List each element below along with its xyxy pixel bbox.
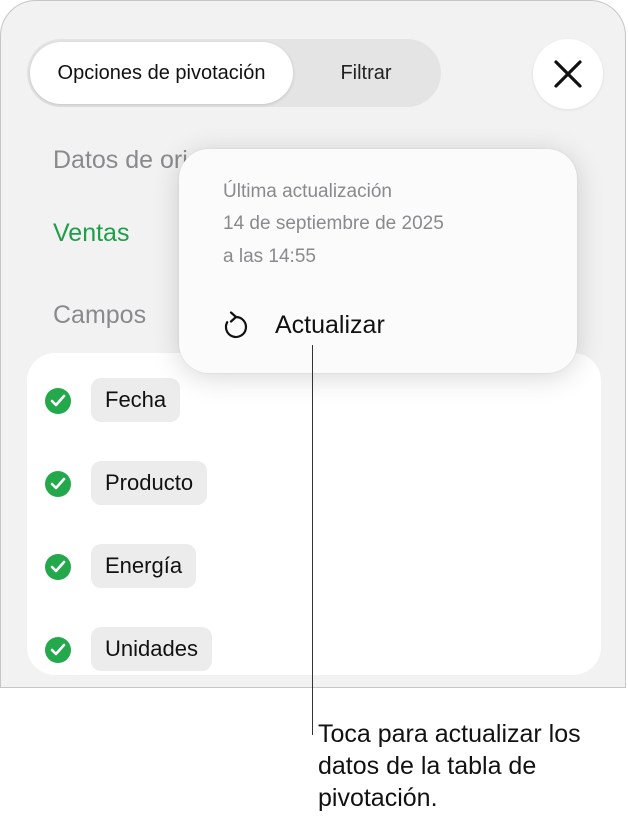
last-updated-date: 14 de septiembre de 2025 <box>223 213 444 234</box>
refresh-button[interactable]: Actualizar <box>275 311 385 340</box>
close-button[interactable] <box>533 39 603 109</box>
source-table-value[interactable]: Ventas <box>53 219 129 248</box>
callout-line <box>312 345 313 735</box>
pivot-options-sheet: Opciones de pivotación Filtrar Datos de … <box>0 0 626 688</box>
field-chip[interactable]: Fecha <box>91 378 181 422</box>
checkmark-icon[interactable] <box>45 637 71 663</box>
segmented-control: Opciones de pivotación Filtrar <box>27 39 441 107</box>
field-chip[interactable]: Unidades <box>91 627 212 671</box>
checkmark-icon[interactable] <box>45 554 71 580</box>
last-updated-label: Última actualización <box>223 181 392 202</box>
last-updated-time: a las 14:55 <box>223 246 316 267</box>
field-chip[interactable]: Producto <box>91 461 208 505</box>
callout-text: Toca para actualizar los datos de la tab… <box>318 720 581 812</box>
refresh-popover: Última actualización 14 de septiembre de… <box>179 149 577 373</box>
checkmark-icon[interactable] <box>45 471 71 497</box>
fields-list: Fecha Producto Energía Unidades <box>27 353 601 675</box>
tab-filter[interactable]: Filtrar <box>293 42 439 104</box>
checkmark-icon[interactable] <box>45 388 71 414</box>
tab-pivot-options[interactable]: Opciones de pivotación <box>30 42 293 104</box>
source-data-label: Datos de ori <box>53 146 188 174</box>
refresh-icon[interactable] <box>223 311 249 346</box>
field-chip[interactable]: Energía <box>91 544 197 588</box>
fields-label: Campos <box>53 301 147 329</box>
